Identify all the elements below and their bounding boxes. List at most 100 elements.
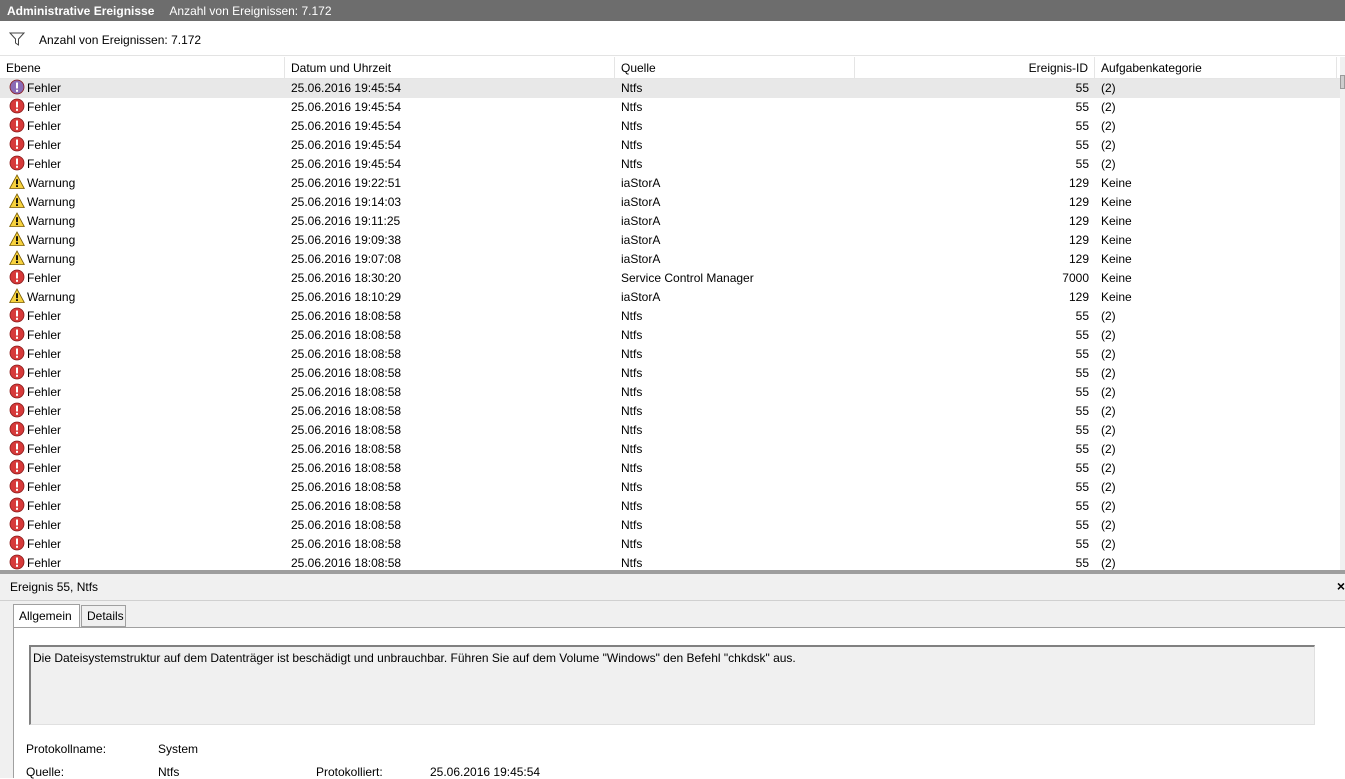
- cell-date: 25.06.2016 19:45:54: [291, 157, 402, 171]
- cell-level: Fehler: [9, 98, 279, 117]
- table-row[interactable]: Fehler 25.06.2016 18:08:58 Ntfs 55 (2): [0, 307, 1340, 326]
- cell-event-id: 55: [1075, 423, 1089, 437]
- error-icon: [9, 117, 25, 133]
- cell-source: Ntfs: [621, 138, 643, 152]
- cell-event-id: 55: [1075, 138, 1089, 152]
- cell-date: 25.06.2016 19:14:03: [291, 195, 402, 209]
- table-row[interactable]: Fehler 25.06.2016 18:08:58 Ntfs 55 (2): [0, 402, 1340, 421]
- table-row[interactable]: Fehler 25.06.2016 19:45:54 Ntfs 55 (2): [0, 136, 1340, 155]
- close-icon[interactable]: ×: [1337, 578, 1345, 594]
- error-icon: [9, 345, 25, 361]
- cell-date: 25.06.2016 19:11:25: [291, 214, 401, 228]
- level-text: Warnung: [27, 176, 76, 190]
- cell-date: 25.06.2016 18:08:58: [291, 404, 402, 418]
- cell-event-id: 55: [1075, 81, 1089, 95]
- table-row[interactable]: Warnung 25.06.2016 18:10:29 iaStorA 129 Kein…: [0, 288, 1340, 307]
- cell-event-id: 55: [1075, 157, 1089, 171]
- tab-general[interactable]: Allgemein: [13, 604, 80, 628]
- cell-source: Ntfs: [621, 100, 643, 114]
- table-row[interactable]: Fehler 25.06.2016 18:08:58 Ntfs 55 (2): [0, 345, 1340, 364]
- table-row[interactable]: Fehler 25.06.2016 18:08:58 Ntfs 55 (2): [0, 364, 1340, 383]
- tab-details[interactable]: Details: [81, 605, 126, 627]
- funnel-icon[interactable]: [9, 32, 25, 46]
- level-text: Fehler: [27, 537, 62, 551]
- table-row[interactable]: Fehler 25.06.2016 19:45:54 Ntfs 55 (2): [0, 98, 1340, 117]
- level-text: Fehler: [27, 271, 62, 285]
- cell-date: 25.06.2016 19:45:54: [291, 100, 402, 114]
- cell-level: Fehler: [9, 554, 279, 570]
- column-header-level[interactable]: Ebene: [0, 57, 285, 79]
- table-row[interactable]: Fehler 25.06.2016 19:45:54 Ntfs 55 (2): [0, 79, 1340, 98]
- table-row[interactable]: Warnung 25.06.2016 19:22:51 iaStorA 129 Kein…: [0, 174, 1340, 193]
- cell-date: 25.06.2016 18:08:58: [291, 442, 402, 456]
- table-row[interactable]: Warnung 25.06.2016 19:07:08 iaStorA 129 Kein…: [0, 250, 1340, 269]
- level-text: Fehler: [27, 385, 62, 399]
- cell-date: 25.06.2016 18:08:58: [291, 309, 402, 323]
- cell-level: Fehler: [9, 440, 279, 459]
- table-row[interactable]: Warnung 25.06.2016 19:11:25 iaStorA 129 Kein…: [0, 212, 1340, 231]
- column-header-event-id[interactable]: Ereignis-ID: [855, 57, 1095, 79]
- window-title: Administrative Ereignisse: [7, 3, 155, 18]
- filter-count-label: Anzahl von Ereignissen: 7.172: [39, 33, 202, 47]
- table-row[interactable]: Fehler 25.06.2016 19:45:54 Ntfs 55 (2): [0, 155, 1340, 174]
- cell-event-id: 129: [1068, 252, 1089, 266]
- error-icon: [9, 440, 25, 456]
- cell-source: Ntfs: [621, 157, 643, 171]
- cell-category: Keine: [1101, 233, 1132, 247]
- event-detail-pane: Ereignis 55, Ntfs × Allgemein Details Di…: [0, 574, 1345, 779]
- cell-date: 25.06.2016 18:08:58: [291, 480, 402, 494]
- event-message-box[interactable]: Die Dateisystemstruktur auf dem Datenträ…: [29, 645, 1315, 725]
- error-icon: [9, 155, 25, 171]
- level-text: Fehler: [27, 347, 62, 361]
- table-row[interactable]: Fehler 25.06.2016 18:08:58 Ntfs 55 (2): [0, 554, 1340, 570]
- cell-event-id: 55: [1075, 100, 1089, 114]
- cell-category: (2): [1101, 309, 1116, 323]
- cell-source: Ntfs: [621, 404, 643, 418]
- level-text: Fehler: [27, 309, 62, 323]
- table-row[interactable]: Fehler 25.06.2016 18:08:58 Ntfs 55 (2): [0, 326, 1340, 345]
- cell-date: 25.06.2016 19:22:51: [291, 176, 402, 190]
- warning-icon: [9, 288, 25, 304]
- cell-source: Ntfs: [621, 347, 643, 361]
- table-row[interactable]: Fehler 25.06.2016 18:08:58 Ntfs 55 (2): [0, 535, 1340, 554]
- cell-date: 25.06.2016 18:08:58: [291, 328, 402, 342]
- table-row[interactable]: Fehler 25.06.2016 18:08:58 Ntfs 55 (2): [0, 440, 1340, 459]
- cell-event-id: 55: [1075, 385, 1089, 399]
- level-text: Fehler: [27, 461, 62, 475]
- column-header-category[interactable]: Aufgabenkategorie: [1095, 57, 1337, 79]
- cell-source: Ntfs: [621, 461, 643, 475]
- warning-icon: [9, 212, 25, 228]
- filter-bar: Anzahl von Ereignissen: 7.172: [0, 24, 1345, 56]
- table-row[interactable]: Warnung 25.06.2016 19:09:38 iaStorA 129 Kein…: [0, 231, 1340, 250]
- table-row[interactable]: Fehler 25.06.2016 19:45:54 Ntfs 55 (2): [0, 117, 1340, 136]
- level-text: Warnung: [27, 195, 76, 209]
- table-row[interactable]: Fehler 25.06.2016 18:08:58 Ntfs 55 (2): [0, 478, 1340, 497]
- cell-event-id: 55: [1075, 537, 1089, 551]
- cell-date: 25.06.2016 18:08:58: [291, 423, 402, 437]
- table-row[interactable]: Fehler 25.06.2016 18:08:58 Ntfs 55 (2): [0, 459, 1340, 478]
- cell-date: 25.06.2016 18:08:58: [291, 366, 402, 380]
- table-row[interactable]: Warnung 25.06.2016 19:14:03 iaStorA 129 Kein…: [0, 193, 1340, 212]
- level-text: Fehler: [27, 366, 62, 380]
- cell-source: Ntfs: [621, 556, 643, 570]
- column-header-source[interactable]: Quelle: [615, 57, 855, 79]
- column-header-date[interactable]: Datum und Uhrzeit: [285, 57, 615, 79]
- cell-category: (2): [1101, 100, 1116, 114]
- cell-date: 25.06.2016 18:08:58: [291, 461, 402, 475]
- cell-date: 25.06.2016 18:08:58: [291, 537, 402, 551]
- cell-level: Fehler: [9, 136, 279, 155]
- table-row[interactable]: Fehler 25.06.2016 18:08:58 Ntfs 55 (2): [0, 497, 1340, 516]
- cell-category: Keine: [1101, 252, 1132, 266]
- scrollbar-thumb[interactable]: [1340, 75, 1345, 89]
- cell-date: 25.06.2016 18:30:20: [291, 271, 402, 285]
- error-icon: [9, 326, 25, 342]
- vertical-scrollbar[interactable]: [1340, 57, 1345, 570]
- table-row[interactable]: Fehler 25.06.2016 18:08:58 Ntfs 55 (2): [0, 383, 1340, 402]
- table-row[interactable]: Fehler 25.06.2016 18:08:58 Ntfs 55 (2): [0, 421, 1340, 440]
- level-text: Warnung: [27, 214, 76, 228]
- cell-source: Ntfs: [621, 499, 643, 513]
- table-row[interactable]: Fehler 25.06.2016 18:08:58 Ntfs 55 (2): [0, 516, 1340, 535]
- table-row[interactable]: Fehler 25.06.2016 18:30:20 Service Control…: [0, 269, 1340, 288]
- level-text: Fehler: [27, 157, 62, 171]
- cell-level: Fehler: [9, 269, 279, 288]
